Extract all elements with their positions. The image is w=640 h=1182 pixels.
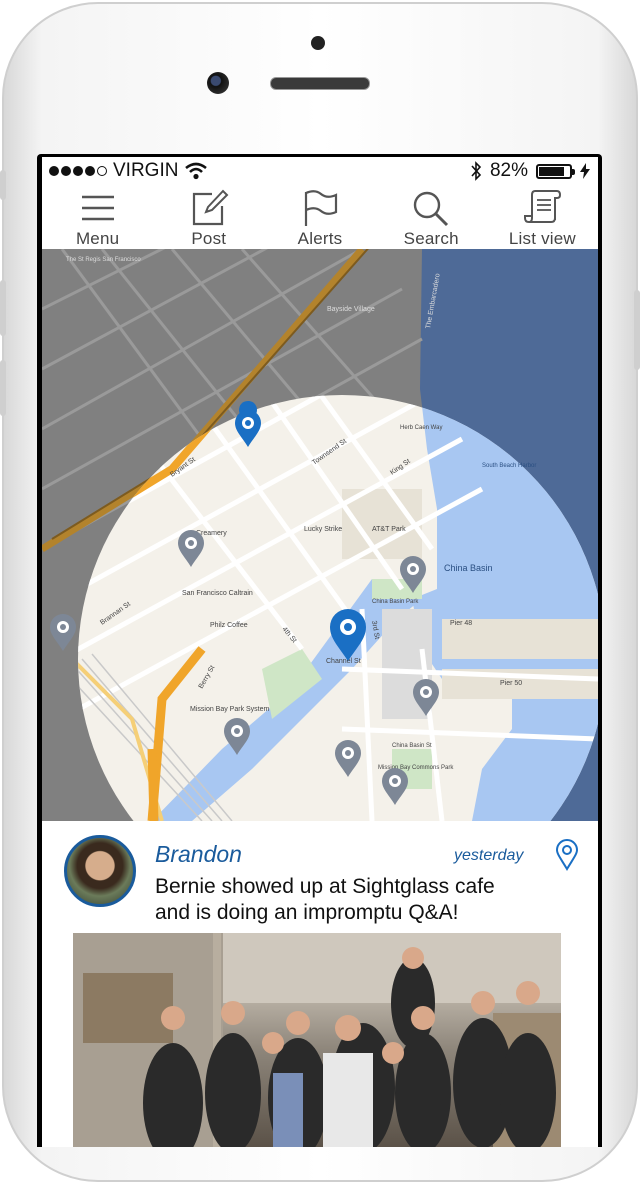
map-label-pier-50: Pier 50 (500, 680, 522, 687)
battery-percent: 82% (489, 160, 528, 181)
front-camera (207, 72, 229, 94)
alerts-button[interactable]: Alerts (264, 185, 375, 249)
map-view[interactable]: China Basin AT&T Park Lucky Strike San F… (42, 249, 598, 821)
post-timestamp: yesterday (454, 847, 524, 864)
map-label-bayside: Bayside Village (327, 306, 375, 313)
location-pin-icon[interactable] (555, 839, 579, 871)
proximity-sensor (311, 36, 325, 50)
phone-side-button (0, 170, 6, 200)
map-label-pier-48: Pier 48 (450, 620, 472, 627)
scroll-list-icon (524, 190, 562, 224)
map-label-south-beach: South Beach Harbor (482, 463, 536, 469)
bluetooth-icon (471, 161, 482, 181)
search-icon (414, 191, 449, 227)
hamburger-icon (81, 195, 114, 221)
menu-button[interactable]: Menu (42, 185, 153, 249)
map-label-philz: Philz Coffee (210, 622, 248, 629)
post-label: Post (191, 229, 227, 248)
post-text-line-2: and is doing an impromptu Q&A! (155, 901, 459, 924)
avatar[interactable] (64, 835, 136, 907)
map-label-att-park: AT&T Park (372, 526, 406, 533)
phone-power-button (634, 290, 640, 370)
compose-icon (192, 189, 229, 226)
wifi-icon (185, 162, 208, 180)
post-photo-image (73, 933, 561, 1147)
phone-volume-down (0, 360, 6, 416)
feed-post[interactable]: Brandon yesterday Bernie showed up at Si… (42, 821, 598, 1147)
charging-icon (580, 163, 590, 179)
map-label-st-regis: The St Regis San Francisco (66, 257, 141, 263)
app-screen: VIRGIN 82% Menu Post Alerts Search List … (42, 157, 598, 1147)
post-text-line-1: Bernie showed up at Sightglass cafe (155, 875, 495, 898)
list-view-button[interactable]: List view (487, 185, 598, 249)
map-label-lucky-strike: Lucky Strike (304, 526, 342, 533)
earpiece-speaker (270, 77, 370, 90)
battery-icon (536, 163, 575, 179)
map-label-sf-caltrain: San Francisco Caltrain (182, 590, 253, 597)
map-label-china-basin-park: China Basin Park (372, 599, 419, 605)
map-canvas[interactable]: China Basin AT&T Park Lucky Strike San F… (42, 249, 598, 821)
map-label-channel-st: Channel St (326, 658, 361, 665)
map-label-herb-caen: Herb Caen Way (400, 425, 442, 431)
alerts-label: Alerts (297, 229, 343, 248)
top-toolbar: Menu Post Alerts Search List view (42, 185, 598, 249)
status-bar: VIRGIN 82% (42, 157, 598, 185)
flag-icon (304, 190, 338, 226)
map-label-china-basin: China Basin (444, 563, 493, 573)
phone-volume-up (0, 280, 6, 336)
post-author[interactable]: Brandon (155, 841, 242, 868)
signal-strength (49, 166, 107, 176)
map-label-mission-bay-park: Mission Bay Park System (190, 706, 270, 713)
carrier-name: VIRGIN (113, 160, 179, 181)
post-text: Bernie showed up at Sightglass cafe and … (155, 874, 585, 926)
search-label: Search (403, 229, 459, 248)
menu-label: Menu (75, 229, 120, 248)
list-view-label: List view (508, 229, 576, 248)
search-button[interactable]: Search (376, 185, 487, 249)
map-label-china-basin-st: China Basin St (392, 743, 432, 749)
post-photo[interactable] (73, 933, 561, 1147)
post-button[interactable]: Post (153, 185, 264, 249)
